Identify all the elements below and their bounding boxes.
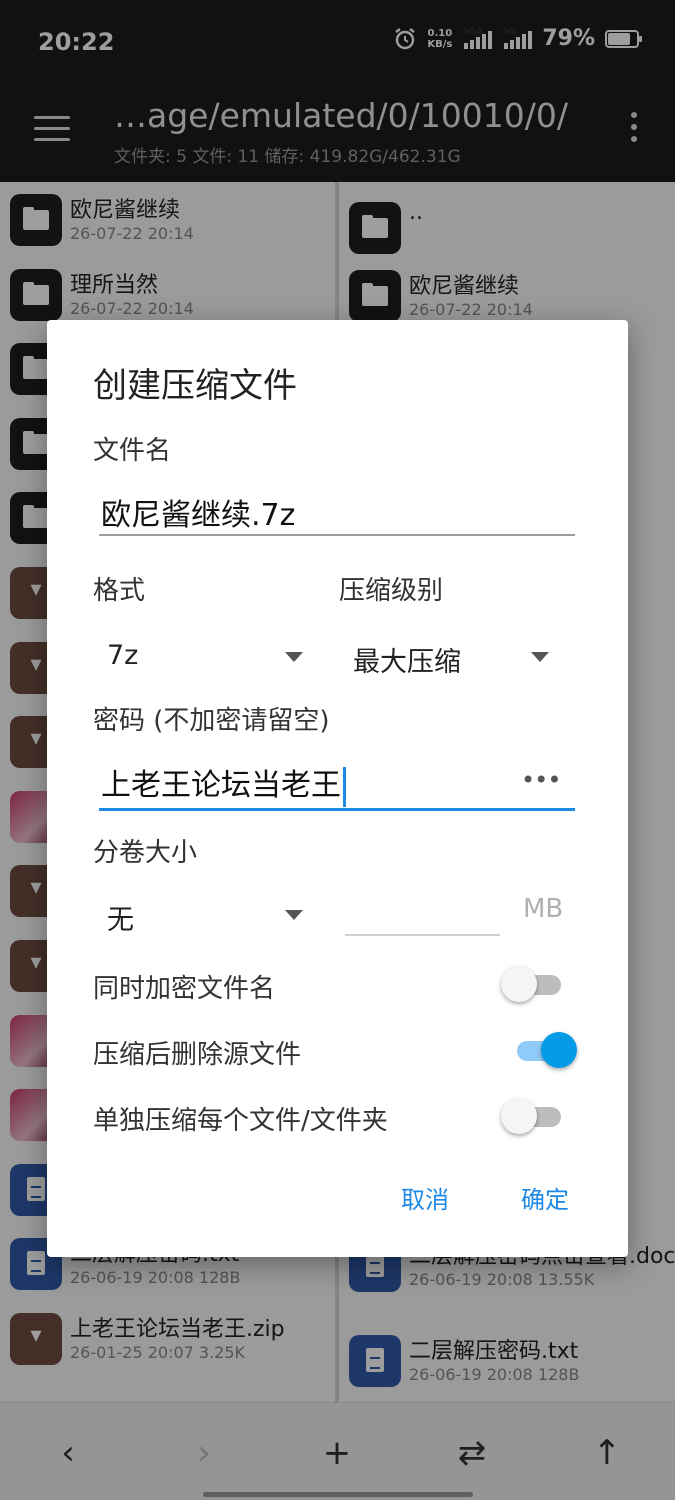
- volume-unit: MB: [523, 894, 564, 924]
- password-underline: [99, 808, 575, 811]
- volume-size-underline: [345, 934, 500, 936]
- volume-size-label: 分卷大小: [93, 838, 198, 868]
- delete-source-label: 压缩后删除源文件: [93, 1040, 302, 1070]
- encrypt-filenames-switch[interactable]: [501, 965, 563, 1003]
- compression-level-label: 压缩级别: [339, 576, 444, 606]
- separate-archives-switch[interactable]: [501, 1097, 563, 1135]
- format-dropdown[interactable]: 7z: [93, 632, 303, 682]
- chevron-down-icon: [285, 910, 303, 920]
- text-caret: [343, 766, 346, 807]
- create-archive-dialog: 创建压缩文件 文件名 欧尼酱继续.7z 格式 压缩级别 7z 最大压缩 密码 (…: [47, 320, 628, 1257]
- cancel-button[interactable]: 取消: [401, 1180, 449, 1215]
- delete-source-switch[interactable]: [515, 1031, 577, 1069]
- show-password-icon[interactable]: •••: [521, 768, 561, 792]
- filename-label: 文件名: [93, 436, 172, 466]
- format-label: 格式: [93, 576, 146, 606]
- password-label: 密码 (不加密请留空): [93, 706, 330, 736]
- volume-size-dropdown[interactable]: 无: [93, 890, 303, 940]
- ok-button[interactable]: 确定: [521, 1180, 569, 1215]
- encrypt-filenames-label: 同时加密文件名: [93, 974, 276, 1004]
- compression-level-dropdown[interactable]: 最大压缩: [339, 632, 549, 682]
- password-input[interactable]: 上老王论坛当老王: [101, 760, 346, 807]
- filename-underline: [99, 534, 575, 536]
- dialog-title: 创建压缩文件: [93, 366, 297, 406]
- chevron-down-icon: [531, 652, 549, 662]
- filename-input[interactable]: 欧尼酱继续.7z: [101, 490, 295, 534]
- chevron-down-icon: [285, 652, 303, 662]
- separate-archives-label: 单独压缩每个文件/文件夹: [93, 1106, 388, 1136]
